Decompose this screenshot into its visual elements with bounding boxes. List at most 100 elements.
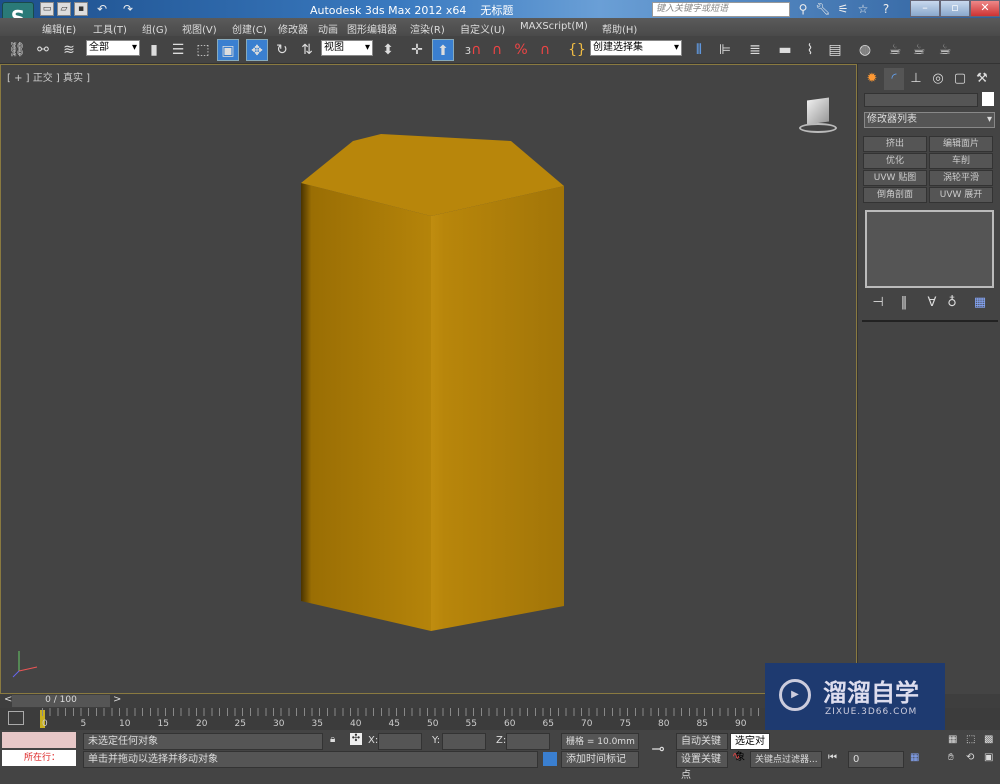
- display-tab-icon[interactable]: ▢: [950, 68, 970, 90]
- satellite-icon[interactable]: ⚟: [835, 2, 851, 16]
- object-name-field[interactable]: [864, 93, 978, 107]
- add-time-tag[interactable]: 添加时间标记: [561, 751, 639, 768]
- named-selection-dropdown[interactable]: 创建选择集: [590, 40, 682, 56]
- absolute-mode-icon[interactable]: ✣: [350, 733, 362, 745]
- menu-views[interactable]: 视图(V): [182, 21, 217, 36]
- curve-editor-icon[interactable]: ⌇: [799, 39, 821, 61]
- rotate-icon[interactable]: ↻: [271, 39, 293, 61]
- maxscript-listener[interactable]: [2, 732, 76, 748]
- bind-spacewarp-icon[interactable]: ≋: [58, 39, 80, 61]
- move-icon[interactable]: ✥: [246, 39, 268, 61]
- z-coord-input[interactable]: [506, 733, 550, 750]
- object-color-swatch[interactable]: [982, 92, 994, 106]
- redo-icon[interactable]: ↷: [120, 2, 136, 16]
- viewport-perspective[interactable]: [ + ] 正交 ] 真实 ]: [0, 64, 857, 694]
- optimize-button[interactable]: 优化: [863, 153, 927, 169]
- menu-edit[interactable]: 编辑(E): [42, 21, 76, 36]
- y-coord-input[interactable]: [442, 733, 486, 750]
- goto-start-icon[interactable]: ⏮: [828, 752, 837, 763]
- viewcube[interactable]: [787, 95, 843, 135]
- menu-customize[interactable]: 自定义(U): [460, 21, 505, 36]
- scene-explorer-icon[interactable]: ▬: [774, 39, 796, 61]
- minimize-button[interactable]: –: [910, 0, 940, 17]
- modifier-list-dropdown[interactable]: 修改器列表: [864, 112, 995, 128]
- key-mode-dropdown[interactable]: 选定对象: [730, 733, 770, 763]
- menu-create[interactable]: 创建(C): [232, 21, 267, 36]
- undo-icon[interactable]: ↶: [94, 2, 110, 16]
- show-end-result-icon[interactable]: ‖: [894, 292, 914, 314]
- remove-modifier-icon[interactable]: ♁: [942, 292, 962, 314]
- scene-object[interactable]: [1, 65, 858, 695]
- edit-named-sets-icon[interactable]: {}: [566, 39, 588, 61]
- hierarchy-tab-icon[interactable]: ⊥: [906, 68, 926, 90]
- close-button[interactable]: ✕: [970, 0, 1000, 17]
- bevel-profile-button[interactable]: 倒角剖面: [863, 187, 927, 203]
- render-frame-icon[interactable]: ☕: [908, 39, 930, 61]
- maximize-viewport-icon[interactable]: ▣: [984, 752, 993, 763]
- pan-icon[interactable]: ✋︎: [948, 752, 954, 763]
- reference-coord-dropdown[interactable]: 视图: [321, 40, 373, 56]
- star-icon[interactable]: ☆: [855, 2, 871, 16]
- link-icon[interactable]: ⛓: [6, 39, 28, 61]
- make-unique-icon[interactable]: ∀: [922, 292, 942, 314]
- select-by-name-icon[interactable]: ☰: [167, 39, 189, 61]
- time-tag-icon[interactable]: [543, 752, 557, 766]
- spinner-snap-icon[interactable]: ∩: [534, 39, 556, 61]
- angle-snap-icon[interactable]: ∩: [486, 39, 508, 61]
- lock-icon[interactable]: 🔒︎: [330, 734, 335, 745]
- menu-tools[interactable]: 工具(T): [93, 21, 127, 36]
- menu-animation[interactable]: 动画: [318, 21, 338, 36]
- binoculars-icon[interactable]: ⚲: [795, 2, 811, 16]
- uvw-map-button[interactable]: UVW 贴图: [863, 170, 927, 186]
- menu-help[interactable]: 帮助(H): [602, 21, 637, 36]
- select-object-icon[interactable]: ▮: [143, 39, 165, 61]
- edit-patch-button[interactable]: 编辑面片: [929, 136, 993, 152]
- layer-manager-icon[interactable]: ≣: [744, 39, 766, 61]
- orbit-icon[interactable]: ⟲: [966, 752, 974, 763]
- menu-maxscript[interactable]: MAXScript(M): [520, 21, 588, 32]
- utilities-tab-icon[interactable]: ⚒: [972, 68, 992, 90]
- x-coord-input[interactable]: [378, 733, 422, 750]
- manipulate-icon[interactable]: ✛: [406, 39, 428, 61]
- selection-filter-dropdown[interactable]: 全部: [86, 40, 140, 56]
- time-slider-thumb[interactable]: 0 / 100: [12, 695, 110, 707]
- mini-curve-editor-icon[interactable]: [8, 711, 24, 725]
- motion-tab-icon[interactable]: ◎: [928, 68, 948, 90]
- modifier-stack[interactable]: [865, 210, 994, 288]
- maximize-button[interactable]: ▫: [940, 0, 970, 17]
- next-frame-button[interactable]: >: [113, 694, 121, 705]
- render-setup-icon[interactable]: ☕: [884, 39, 906, 61]
- unlink-icon[interactable]: ⚯: [32, 39, 54, 61]
- turbosmooth-button[interactable]: 涡轮平滑: [929, 170, 993, 186]
- save-icon[interactable]: ▪: [74, 2, 88, 16]
- create-tab-icon[interactable]: ✹: [862, 68, 882, 90]
- extrude-button[interactable]: 挤出: [863, 136, 927, 152]
- zoom-extents-all-icon[interactable]: ▦: [948, 734, 957, 745]
- key-tangent-icon[interactable]: ∿: [732, 751, 740, 762]
- percent-snap-icon[interactable]: %: [510, 39, 532, 61]
- zoom-all-icon[interactable]: ▩: [984, 734, 993, 745]
- menu-group[interactable]: 组(G): [142, 21, 168, 36]
- menu-rendering[interactable]: 渲染(R): [410, 21, 445, 36]
- schematic-view-icon[interactable]: ▤: [824, 39, 846, 61]
- wrench-icon[interactable]: 🔧︎: [815, 2, 831, 16]
- render-icon[interactable]: ☕: [934, 39, 956, 61]
- new-icon[interactable]: ▭: [40, 2, 54, 16]
- key-filters-button[interactable]: 关键点过滤器...: [750, 751, 822, 768]
- material-editor-icon[interactable]: ◍: [854, 39, 876, 61]
- auto-key-button[interactable]: 自动关键点: [676, 733, 728, 763]
- scale-icon[interactable]: ⇅: [296, 39, 318, 61]
- align-icon[interactable]: ⊫: [714, 39, 736, 61]
- zoom-extents-icon[interactable]: ⬚: [966, 734, 975, 745]
- set-key-button[interactable]: 设置关键点: [676, 751, 728, 781]
- time-config-icon[interactable]: ▦: [910, 752, 919, 763]
- unwrap-uvw-button[interactable]: UVW 展开: [929, 187, 993, 203]
- rect-selection-icon[interactable]: ⬚: [192, 39, 214, 61]
- search-input[interactable]: 键入关键字或短语: [652, 2, 790, 17]
- help-icon[interactable]: ?: [878, 2, 894, 16]
- keyboard-shortcut-icon[interactable]: ⬆: [432, 39, 454, 61]
- set-key-icon[interactable]: ⊸: [643, 734, 673, 764]
- snaps-toggle-icon[interactable]: 3∩: [462, 39, 484, 61]
- mirror-icon[interactable]: ⫴: [688, 39, 710, 61]
- lathe-button[interactable]: 车削: [929, 153, 993, 169]
